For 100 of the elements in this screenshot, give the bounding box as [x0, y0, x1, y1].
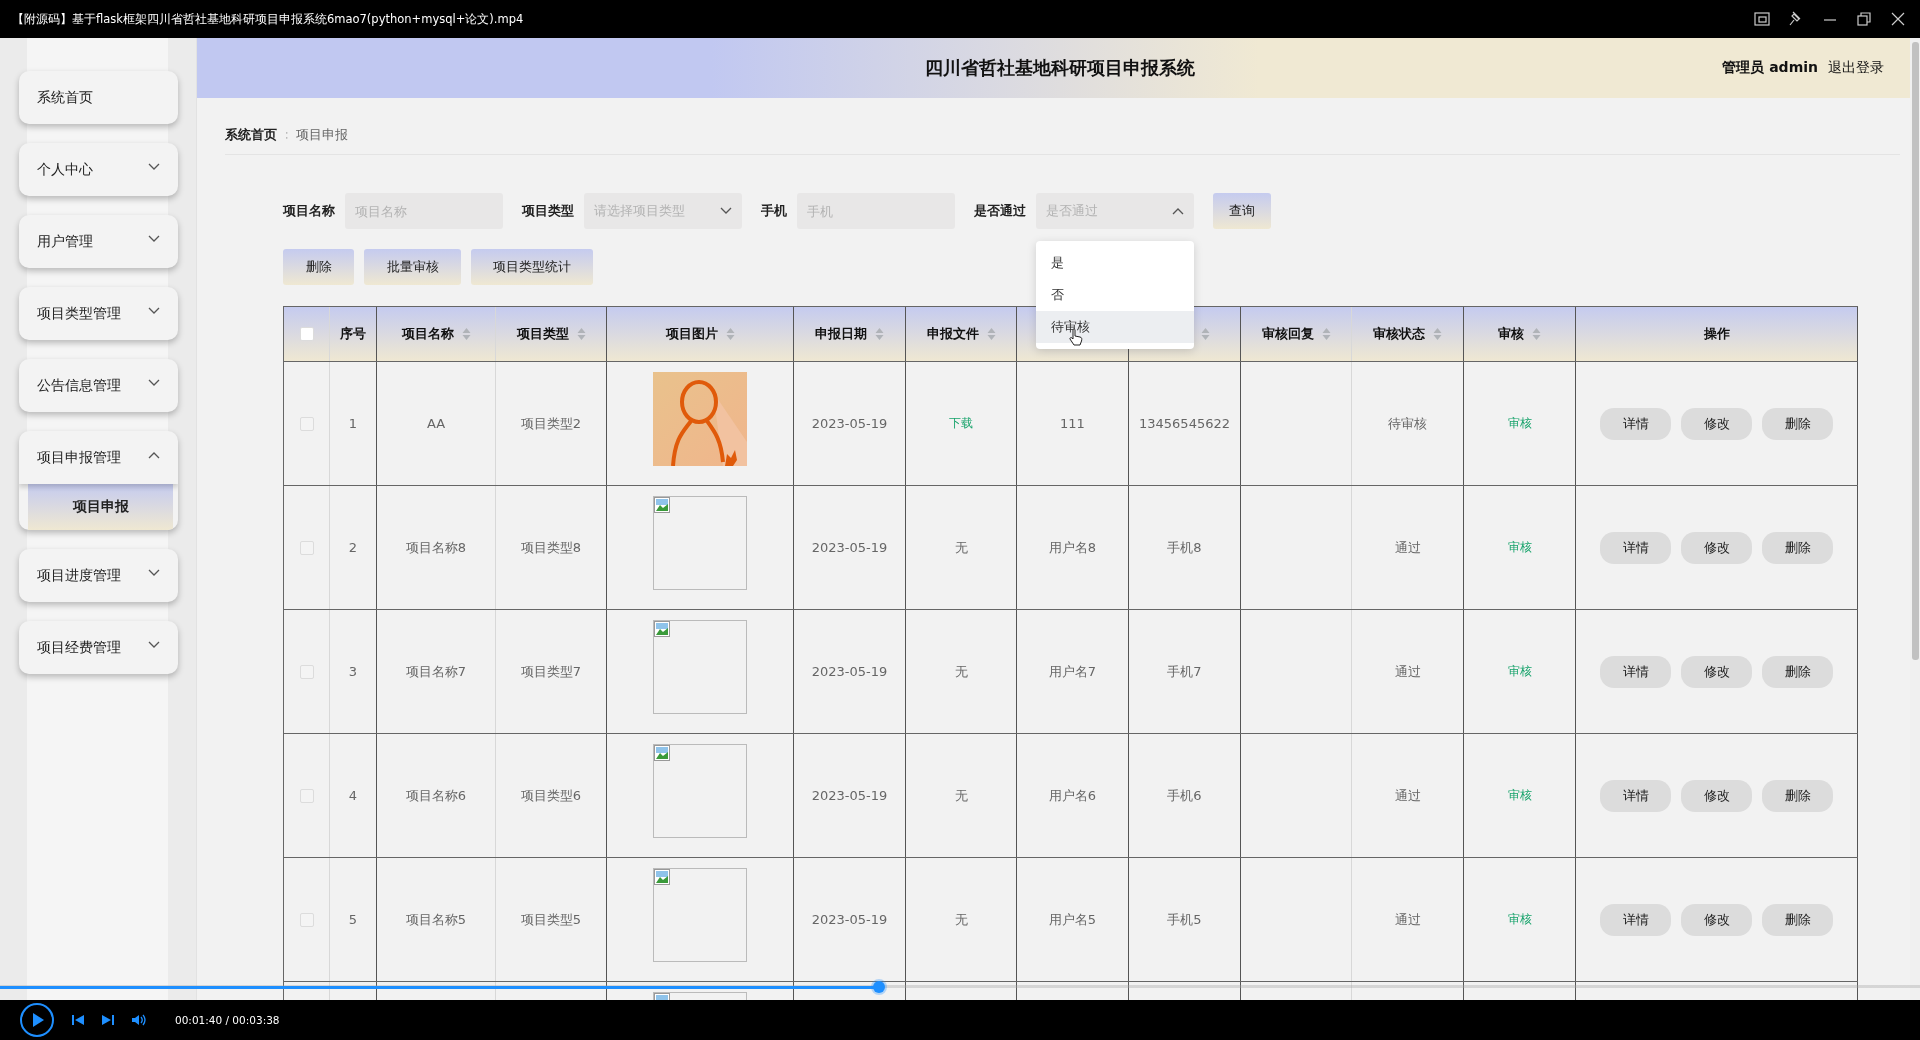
- broken-image-icon: [654, 869, 670, 885]
- row-action-button[interactable]: 详情: [1600, 903, 1671, 936]
- cell-text: 项目名称7: [405, 662, 467, 681]
- logout-link[interactable]: 退出登录: [1828, 59, 1884, 77]
- window-title: 【附源码】基于flask框架四川省哲社基地科研项目申报系统6mao7(python+mysql+论文).mp4: [12, 11, 525, 27]
- search-button[interactable]: 查询: [1213, 193, 1271, 229]
- volume-icon[interactable]: [131, 1013, 147, 1027]
- user-label: 管理员 admin: [1722, 59, 1818, 77]
- breadcrumb-separator: ∶: [285, 127, 289, 143]
- row-action-button[interactable]: 详情: [1600, 531, 1671, 564]
- row-action-button[interactable]: 详情: [1600, 655, 1671, 688]
- cell-text: 手机8: [1167, 538, 1202, 557]
- row-action-button[interactable]: 修改: [1681, 779, 1752, 812]
- progress-handle[interactable]: [873, 981, 886, 993]
- cell-text: 项目类型8: [520, 538, 582, 557]
- cell-text: 用户名7: [1048, 662, 1097, 681]
- column-header[interactable]: 审核状态: [1373, 325, 1425, 343]
- cell-text: 项目名称5: [405, 910, 467, 929]
- cell-text: 项目类型2: [520, 414, 582, 433]
- cell-text: 无: [954, 662, 968, 681]
- row-action-button[interactable]: 删除: [1762, 903, 1833, 936]
- column-header[interactable]: 申报文件: [926, 325, 979, 343]
- action-button[interactable]: 项目类型统计: [471, 249, 593, 285]
- broken-image-icon: [654, 621, 670, 637]
- cell-text: 2023-05-19: [811, 912, 888, 927]
- dropdown-option[interactable]: 待审核: [1036, 311, 1194, 343]
- row-action-button[interactable]: 修改: [1681, 407, 1752, 440]
- submenu-item[interactable]: 项目申报: [28, 484, 173, 530]
- checkbox[interactable]: [299, 912, 314, 927]
- breadcrumb-item[interactable]: 系统首页: [225, 126, 277, 144]
- cell-text: 项目类型6: [520, 786, 582, 805]
- cell-text: 通过: [1394, 786, 1421, 805]
- cell-text: 通过: [1394, 662, 1421, 681]
- cell-text: 无: [954, 786, 968, 805]
- cell-text: 无: [954, 910, 968, 929]
- checkbox[interactable]: [299, 327, 314, 341]
- dropdown-option[interactable]: 否: [1036, 279, 1194, 311]
- cell-text: 3: [348, 664, 358, 679]
- field-label: 是否通过: [974, 202, 1026, 220]
- checkbox[interactable]: [299, 788, 314, 803]
- scrollbar-thumb[interactable]: [1912, 42, 1919, 660]
- column-header[interactable]: 审核: [1498, 325, 1524, 343]
- cell-text: 手机7: [1167, 662, 1202, 681]
- action-button[interactable]: 批量审核: [364, 249, 461, 285]
- cell-text: 项目名称6: [405, 786, 467, 805]
- next-icon[interactable]: [101, 1013, 115, 1027]
- field-label: 项目类型: [522, 202, 574, 220]
- cell-text: 4: [348, 788, 358, 803]
- close-icon[interactable]: [1890, 11, 1906, 27]
- cell-text: 项目类型5: [520, 910, 582, 929]
- broken-image-icon: [654, 745, 670, 761]
- column-header[interactable]: 项目类型: [516, 325, 569, 343]
- checkbox[interactable]: [299, 416, 314, 431]
- row-action-button[interactable]: 详情: [1600, 407, 1671, 440]
- row-action-button[interactable]: 删除: [1762, 531, 1833, 564]
- previous-icon[interactable]: [71, 1013, 85, 1027]
- cell-text: 通过: [1394, 538, 1421, 557]
- checkbox[interactable]: [299, 540, 314, 555]
- cell-text: 用户名8: [1048, 538, 1097, 557]
- row-action-button[interactable]: 删除: [1762, 779, 1833, 812]
- cell-text: 2023-05-19: [811, 788, 888, 803]
- row-action-button[interactable]: 修改: [1681, 655, 1752, 688]
- progress-track[interactable]: [0, 980, 1920, 994]
- cell-text: 手机6: [1167, 786, 1202, 805]
- column-header[interactable]: 审核回复: [1261, 325, 1314, 343]
- menu-item[interactable]: 项目申报管理: [19, 431, 178, 484]
- cell-text: 13456545622: [1139, 416, 1230, 431]
- cell-text: 2: [348, 540, 358, 555]
- column-header[interactable]: 项目名称: [401, 325, 454, 343]
- column-header[interactable]: 申报日期: [815, 325, 867, 343]
- field-label: 项目名称: [283, 202, 335, 220]
- breadcrumb-item: 项目申报: [296, 126, 349, 144]
- app-title: 四川省哲社基地科研项目申报系统: [923, 56, 1196, 80]
- restore-icon[interactable]: [1856, 11, 1872, 27]
- menu-item[interactable]: 系统首页: [19, 71, 178, 124]
- checkbox[interactable]: [299, 664, 314, 679]
- play-icon[interactable]: [19, 1002, 55, 1038]
- menu-item[interactable]: 项目经费管理: [19, 621, 178, 674]
- action-button[interactable]: 删除: [283, 249, 354, 285]
- cell-text: 待审核: [1388, 414, 1427, 433]
- cell-text: 项目名称8: [405, 538, 467, 557]
- cell-text: 用户名6: [1048, 786, 1097, 805]
- cell-text: 2023-05-19: [811, 664, 888, 679]
- column-header[interactable]: 项目图片: [665, 325, 718, 343]
- row-action-button[interactable]: 详情: [1600, 779, 1671, 812]
- menu-item[interactable]: 项目类型管理: [19, 287, 178, 340]
- picture-in-picture-icon[interactable]: [1754, 11, 1770, 27]
- dropdown-option[interactable]: 是: [1036, 247, 1194, 279]
- menu-item[interactable]: 个人中心: [19, 143, 178, 196]
- row-action-button[interactable]: 删除: [1762, 655, 1833, 688]
- row-action-button[interactable]: 删除: [1762, 407, 1833, 440]
- menu-item[interactable]: 用户管理: [19, 215, 178, 268]
- row-action-button[interactable]: 修改: [1681, 903, 1752, 936]
- menu-item[interactable]: 公告信息管理: [19, 359, 178, 412]
- cell-text: 无: [954, 538, 968, 557]
- cell-text: 手机5: [1167, 910, 1202, 929]
- cell-text: 1: [348, 416, 358, 431]
- row-action-button[interactable]: 修改: [1681, 531, 1752, 564]
- menu-item[interactable]: 项目进度管理: [19, 549, 178, 602]
- cell-text: 5: [348, 912, 358, 927]
